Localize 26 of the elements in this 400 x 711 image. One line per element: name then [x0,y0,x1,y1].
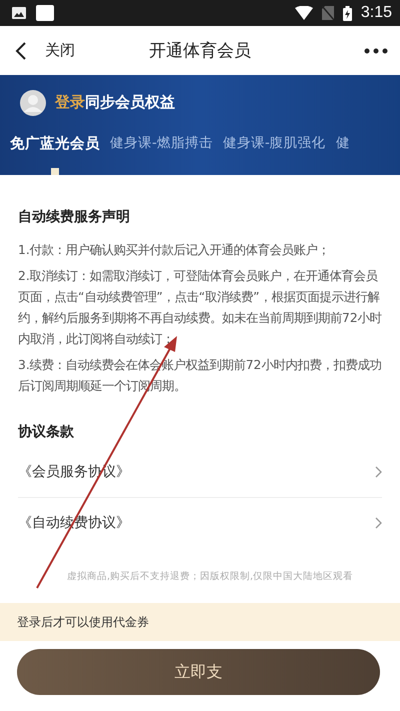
voucher-notice: 登录后才可以使用代金券 [0,603,400,641]
battery-charging-icon [342,6,352,20]
login-prompt: 同步会员权益 [85,93,175,112]
tab-indicator [51,168,59,175]
section-title: 自动续费服务声明 [18,208,131,226]
pay-button[interactable]: 立即支 [17,649,380,695]
close-button[interactable]: 关闭 [15,40,75,60]
membership-tab[interactable]: 健身课-腹肌强化 [222,130,326,156]
no-sim-icon [322,6,334,20]
more-menu-icon[interactable] [364,48,388,54]
wifi-icon [294,6,313,20]
section-title: 协议条款 [18,423,75,441]
avatar-icon [20,90,46,116]
membership-tab[interactable]: 健身课-燃脂搏击 [110,130,213,156]
disclaimer-text: 虚拟商品,购买后不支持退费；因版权限制,仅限中国大陆地区观看 [66,570,354,583]
back-chevron-icon [15,40,27,60]
login-link[interactable]: 登录 [55,93,85,112]
membership-tab[interactable]: 健 [336,130,350,156]
chevron-right-icon [375,466,382,478]
gallery-icon [12,7,26,19]
chevron-right-icon [375,517,382,529]
app-icon [36,5,54,21]
statement-paragraph: 1.付款：用户确认购买并付款后记入开通的体育会员账户； [18,242,331,259]
page-title: 开通体育会员 [149,40,251,62]
status-time: 3:15 [360,4,392,22]
membership-tab[interactable]: 免广蓝光会员 [10,130,100,157]
